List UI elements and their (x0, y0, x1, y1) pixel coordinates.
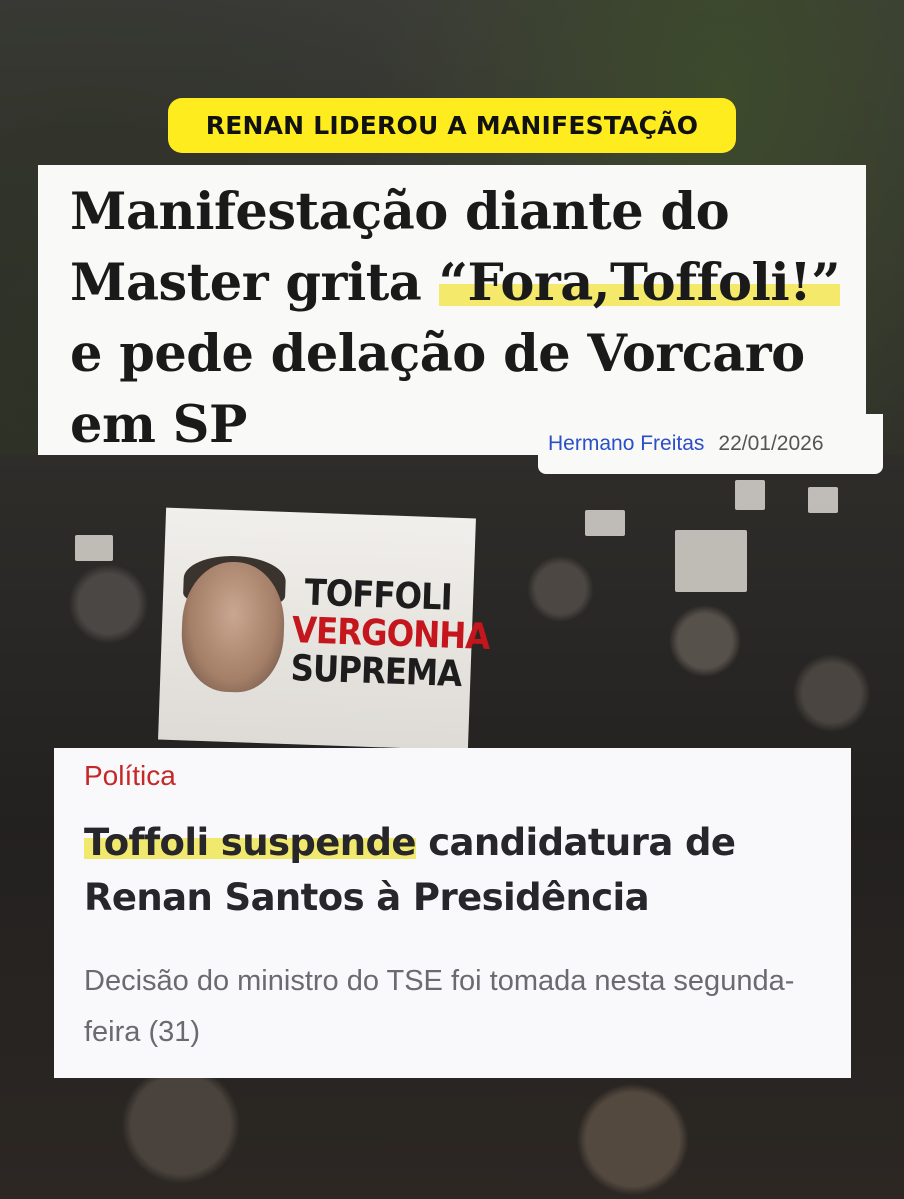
article-1-byline: Hermano Freitas 22/01/2026 (538, 414, 883, 474)
protest-sign (735, 480, 765, 510)
article-card-1[interactable]: Manifestação diante do Master grita “For… (38, 165, 866, 455)
protest-sign (585, 510, 625, 536)
banner-line-3: SUPREMA (289, 648, 462, 696)
protest-banner: TOFFOLI VERGONHA SUPREMA (158, 507, 490, 751)
protest-sign (675, 530, 747, 592)
banner-portrait (179, 560, 287, 694)
headline-highlight: Toffoli suspende (84, 821, 417, 864)
article-card-2[interactable]: Política Toffoli suspende candidatura de… (54, 748, 851, 1078)
banner-text: TOFFOLI VERGONHA SUPREMA (289, 573, 490, 696)
caption-tag: RENAN LIDEROU A MANIFESTAÇÃO (168, 98, 736, 153)
publish-date: 22/01/2026 (718, 432, 824, 455)
protest-sign (75, 535, 113, 561)
author-link[interactable]: Hermano Freitas (548, 432, 704, 456)
article-summary: Decisão do ministro do TSE foi tomada ne… (84, 965, 795, 1048)
protest-sign (808, 487, 838, 513)
article-2-headline[interactable]: Toffoli suspende candidatura de Renan Sa… (84, 815, 844, 925)
article-category[interactable]: Política (84, 760, 176, 792)
headline-highlight: “Fora,Toffoli!” (438, 253, 841, 313)
